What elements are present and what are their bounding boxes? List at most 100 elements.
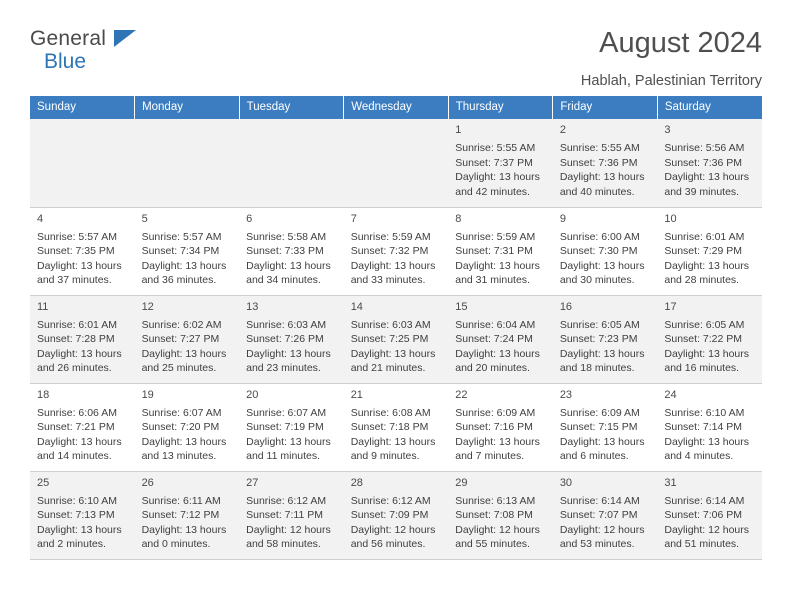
day-detail-line: Sunset: 7:23 PM [559, 333, 638, 346]
day-detail-line: Sunset: 7:07 PM [559, 509, 638, 522]
day-detail-line: Sunrise: 6:04 AM [455, 318, 536, 331]
day-detail-line: Daylight: 13 hours [141, 259, 227, 272]
calendar-day-cell[interactable]: 4 Sunrise: 5:57 AM Sunset: 7:35 PM Daylight… [30, 207, 135, 296]
day-detail-line: Sunrise: 5:55 AM [455, 142, 536, 155]
day-detail-line: Daylight: 13 hours [664, 435, 750, 448]
day-detail-line: Daylight: 13 hours [37, 347, 122, 360]
day-detail-line: Sunset: 7:18 PM [350, 421, 429, 434]
day-detail-line: and 36 minutes. [141, 274, 217, 287]
day-detail-line: Sunrise: 5:58 AM [246, 230, 327, 243]
calendar-day-cell[interactable]: 11 Sunrise: 6:01 AM Sunset: 7:28 PM Dayligh… [30, 295, 135, 384]
day-detail-line: Daylight: 13 hours [141, 523, 227, 536]
calendar-day-cell[interactable]: 19 Sunrise: 6:07 AM Sunset: 7:20 PM Dayligh… [134, 383, 240, 472]
day-detail-line: and 58 minutes. [246, 538, 321, 551]
day-detail-line: and 40 minutes. [559, 185, 635, 198]
day-detail-line: Sunrise: 6:14 AM [559, 494, 640, 507]
day-detail-line: Sunset: 7:21 PM [37, 421, 115, 434]
day-detail-line: Sunrise: 6:07 AM [141, 406, 222, 419]
calendar-day-cell[interactable]: 9 Sunrise: 6:00 AM Sunset: 7:30 PM Daylight… [552, 207, 658, 296]
calendar-day-cell[interactable]: 14 Sunrise: 6:03 AM Sunset: 7:25 PM Dayligh… [343, 295, 449, 384]
day-detail-line: and 26 minutes. [37, 362, 112, 375]
day-detail-line: Sunset: 7:26 PM [246, 333, 324, 346]
calendar-day-cell[interactable]: 18 Sunrise: 6:06 AM Sunset: 7:21 PM Dayligh… [30, 383, 135, 472]
day-detail-line: Sunset: 7:36 PM [664, 156, 743, 169]
day-number: 7 [350, 212, 357, 225]
calendar-week-row: 1 Sunrise: 5:55 AM Sunset: 7:37 PM Daylight… [30, 119, 762, 208]
calendar-day-cell[interactable]: 15 Sunrise: 6:04 AM Sunset: 7:24 PM Dayligh… [448, 295, 553, 384]
calendar-day-cell[interactable]: 24 Sunrise: 6:10 AM Sunset: 7:14 PM Dayligh… [657, 383, 762, 472]
day-detail-line: and 23 minutes. [246, 362, 321, 375]
day-detail-line: Daylight: 12 hours [559, 523, 645, 536]
calendar-day-cell[interactable]: 26 Sunrise: 6:11 AM Sunset: 7:12 PM Dayligh… [134, 471, 240, 560]
calendar-day-cell[interactable]: 8 Sunrise: 5:59 AM Sunset: 7:31 PM Daylight… [448, 207, 553, 296]
calendar-week-row: 18 Sunrise: 6:06 AM Sunset: 7:21 PM Dayligh… [30, 383, 762, 472]
day-detail-line: and 28 minutes. [664, 274, 740, 287]
calendar-day-cell[interactable]: 7 Sunrise: 5:59 AM Sunset: 7:32 PM Daylight… [343, 207, 449, 296]
day-detail-line: and 7 minutes. [455, 450, 525, 463]
calendar-day-cell[interactable]: 17 Sunrise: 6:05 AM Sunset: 7:22 PM Dayligh… [657, 295, 762, 384]
calendar-day-cell[interactable]: 23 Sunrise: 6:09 AM Sunset: 7:15 PM Dayligh… [552, 383, 658, 472]
day-detail-line: and 33 minutes. [350, 274, 426, 287]
calendar-page: General Blue August 2024 Hablah, Palesti… [0, 0, 792, 612]
day-detail-line: Daylight: 13 hours [559, 259, 645, 272]
day-detail-line: Sunrise: 6:12 AM [246, 494, 327, 507]
weekday-header-wednesday: Wednesday [343, 96, 449, 119]
calendar-day-cell[interactable]: 28 Sunrise: 6:12 AM Sunset: 7:09 PM Dayligh… [343, 471, 449, 560]
calendar-day-cell[interactable]: 10 Sunrise: 6:01 AM Sunset: 7:29 PM Dayligh… [657, 207, 762, 296]
day-number: 18 [37, 388, 50, 401]
calendar-empty-cell [30, 119, 135, 208]
day-number: 9 [559, 212, 566, 225]
day-detail-line: and 53 minutes. [559, 538, 635, 551]
calendar-day-cell[interactable]: 22 Sunrise: 6:09 AM Sunset: 7:16 PM Dayligh… [448, 383, 553, 472]
day-number: 17 [664, 300, 677, 313]
calendar-day-cell[interactable]: 16 Sunrise: 6:05 AM Sunset: 7:23 PM Dayligh… [552, 295, 658, 384]
calendar-day-cell[interactable]: 2 Sunrise: 5:55 AM Sunset: 7:36 PM Daylight… [552, 119, 658, 208]
calendar-day-cell[interactable]: 29 Sunrise: 6:13 AM Sunset: 7:08 PM Dayligh… [448, 471, 553, 560]
day-detail-line: Sunset: 7:11 PM [246, 509, 323, 522]
day-detail-line: Sunset: 7:12 PM [141, 509, 220, 522]
calendar-day-cell[interactable]: 20 Sunrise: 6:07 AM Sunset: 7:19 PM Dayligh… [239, 383, 344, 472]
day-number: 31 [664, 476, 677, 489]
day-detail-line: Sunrise: 6:12 AM [350, 494, 431, 507]
day-detail-line: Sunset: 7:33 PM [246, 245, 324, 258]
calendar-day-cell[interactable]: 30 Sunrise: 6:14 AM Sunset: 7:07 PM Dayligh… [552, 471, 658, 560]
day-detail-line: Sunset: 7:25 PM [350, 333, 429, 346]
day-detail-line: Sunset: 7:34 PM [141, 245, 220, 258]
day-number: 6 [246, 212, 253, 225]
day-detail-line: Sunrise: 5:57 AM [141, 230, 222, 243]
calendar-day-cell[interactable]: 5 Sunrise: 5:57 AM Sunset: 7:34 PM Daylight… [134, 207, 240, 296]
day-detail-line: Sunset: 7:28 PM [37, 333, 115, 346]
calendar-day-cell[interactable]: 25 Sunrise: 6:10 AM Sunset: 7:13 PM Dayligh… [30, 471, 135, 560]
day-detail-line: Daylight: 13 hours [455, 171, 540, 184]
day-detail-line: Daylight: 13 hours [455, 347, 540, 360]
calendar-day-cell[interactable]: 21 Sunrise: 6:08 AM Sunset: 7:18 PM Dayligh… [343, 383, 449, 472]
calendar-day-cell[interactable]: 27 Sunrise: 6:12 AM Sunset: 7:11 PM Dayligh… [239, 471, 344, 560]
day-number: 29 [455, 476, 468, 489]
day-detail-line: and 14 minutes. [37, 450, 112, 463]
day-detail-line: and 39 minutes. [664, 185, 740, 198]
calendar-day-cell[interactable]: 13 Sunrise: 6:03 AM Sunset: 7:26 PM Dayligh… [239, 295, 344, 384]
weekday-header-thursday: Thursday [448, 96, 554, 119]
weekday-header-sunday: Sunday [30, 96, 136, 119]
calendar-day-cell[interactable]: 31 Sunrise: 6:14 AM Sunset: 7:06 PM Dayligh… [657, 471, 762, 560]
day-number: 27 [246, 476, 259, 489]
day-number: 2 [559, 124, 566, 136]
calendar-day-cell[interactable]: 1 Sunrise: 5:55 AM Sunset: 7:37 PM Daylight… [448, 119, 553, 208]
day-detail-line: Sunrise: 6:08 AM [350, 406, 431, 419]
day-detail-line: Sunrise: 6:07 AM [246, 406, 327, 419]
logo-text-blue: Blue [44, 50, 87, 73]
day-detail-line: Sunset: 7:27 PM [141, 333, 220, 346]
day-detail-line: Daylight: 13 hours [350, 435, 436, 448]
calendar-day-cell[interactable]: 6 Sunrise: 5:58 AM Sunset: 7:33 PM Daylight… [239, 207, 344, 296]
calendar-day-cell[interactable]: 12 Sunrise: 6:02 AM Sunset: 7:27 PM Dayligh… [134, 295, 240, 384]
day-detail-line: Daylight: 13 hours [559, 435, 645, 448]
day-detail-line: Sunrise: 6:03 AM [350, 318, 431, 331]
day-detail-line: Sunset: 7:32 PM [350, 245, 429, 258]
page-header: General Blue August 2024 Hablah, Palesti… [30, 0, 762, 96]
weekday-header-saturday: Saturday [657, 96, 762, 119]
calendar-day-cell[interactable]: 3 Sunrise: 5:56 AM Sunset: 7:36 PM Daylight… [657, 119, 762, 208]
calendar-body: 1 Sunrise: 5:55 AM Sunset: 7:37 PM Daylight… [30, 119, 762, 560]
day-detail-line: and 42 minutes. [455, 185, 530, 198]
day-detail-line: Daylight: 13 hours [37, 435, 122, 448]
logo[interactable]: General Blue [30, 28, 150, 76]
